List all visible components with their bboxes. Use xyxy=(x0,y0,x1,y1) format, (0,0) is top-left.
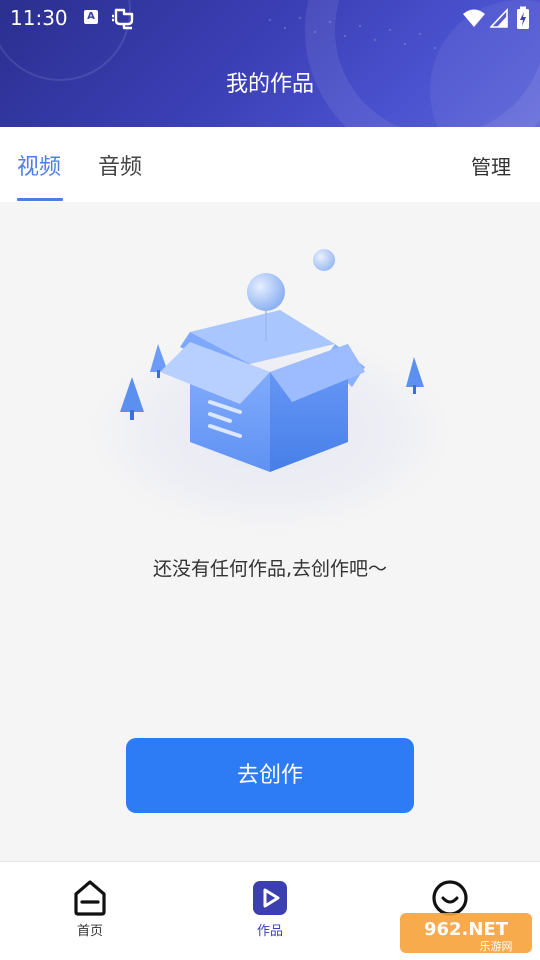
home-icon xyxy=(74,880,106,916)
status-time: 11:30 xyxy=(10,6,68,30)
watermark-subtext: 乐游网 xyxy=(480,940,513,953)
nav-item-works[interactable]: 作品 xyxy=(225,878,315,939)
page-title: 我的作品 xyxy=(225,72,314,97)
nav-label-home: 首页 xyxy=(76,924,103,939)
manage-button[interactable]: 管理 xyxy=(471,151,511,180)
a-badge-icon: A xyxy=(84,10,98,24)
play-icon xyxy=(253,881,287,915)
bug-icon xyxy=(112,8,134,30)
create-button[interactable]: 去创作 xyxy=(126,738,414,813)
status-bar: 11:30 A xyxy=(0,0,540,36)
tabs-bar: 视频 音频 管理 xyxy=(0,127,540,202)
empty-box-illustration xyxy=(90,249,450,532)
main-content: 还没有任何作品,去创作吧～ 去创作 xyxy=(0,202,540,861)
watermark-text: 962.NET xyxy=(424,919,509,940)
wifi-icon xyxy=(463,9,485,27)
watermark-logo: 962.NET 乐游网 xyxy=(400,913,532,953)
signal-icon xyxy=(490,8,508,28)
tab-video[interactable]: 视频 xyxy=(17,149,61,181)
app-screen: 11:30 A 我的作品 视频 音频 管理 还没有任何作品,去创作吧～ 去创作 … xyxy=(0,0,540,960)
tab-audio[interactable]: 音频 xyxy=(98,149,142,181)
battery-charging-icon xyxy=(517,6,529,29)
empty-state-message: 还没有任何作品,去创作吧～ xyxy=(152,558,388,580)
nav-label-works: 作品 xyxy=(256,924,283,939)
bottom-nav: 首页 作品 962.NET 乐游网 xyxy=(0,861,540,960)
header: 11:30 A 我的作品 xyxy=(0,0,540,127)
nav-item-home[interactable]: 首页 xyxy=(45,878,135,939)
active-tab-indicator xyxy=(17,198,63,201)
